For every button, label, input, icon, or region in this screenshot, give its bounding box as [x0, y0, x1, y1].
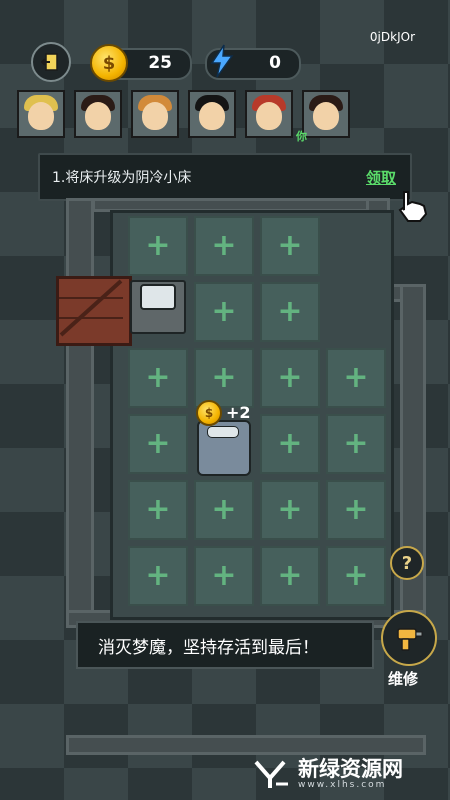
task-banner: 1.将床升级为阴冷小床 领取: [38, 153, 412, 201]
watermark-title: 新绿资源网: [298, 756, 403, 781]
build-slot[interactable]: +: [194, 480, 254, 540]
claim-button[interactable]: 领取: [366, 167, 396, 188]
build-slot[interactable]: +: [260, 414, 320, 474]
build-slot[interactable]: +: [260, 216, 320, 276]
player-avatar[interactable]: [188, 90, 236, 138]
plus-icon: +: [277, 492, 303, 527]
coin-value: 25: [148, 53, 172, 73]
plus-icon: +: [211, 558, 237, 593]
pointer-hand-icon: [398, 191, 428, 222]
build-slot[interactable]: +: [326, 480, 386, 540]
door-planks-icon: [59, 279, 123, 337]
build-slot[interactable]: +: [260, 348, 320, 408]
energy-counter: 0: [205, 44, 301, 80]
plus-icon: +: [145, 360, 171, 395]
build-slot[interactable]: +: [326, 348, 386, 408]
room-wall-left: [66, 198, 94, 622]
player-avatar-self[interactable]: [302, 90, 350, 138]
cabinet[interactable]: [130, 280, 186, 334]
player-avatar[interactable]: [17, 90, 65, 138]
build-slot[interactable]: +: [326, 546, 386, 606]
plus-icon: +: [145, 426, 171, 461]
message-text: 消灭梦魔，坚持存活到最后！: [98, 638, 319, 658]
build-slot[interactable]: +: [194, 348, 254, 408]
coin-counter: $ 25: [90, 44, 192, 82]
plus-icon: +: [145, 558, 171, 593]
plus-icon: +: [145, 492, 171, 527]
build-slot[interactable]: +: [326, 414, 386, 474]
site-logo-icon: [254, 760, 288, 788]
repair-label: 维修: [388, 670, 419, 688]
build-slot[interactable]: +: [128, 480, 188, 540]
coin-gain: +2: [226, 403, 251, 422]
exit-button[interactable]: [31, 42, 71, 82]
plus-icon: +: [343, 426, 369, 461]
wooden-door[interactable]: [56, 276, 132, 346]
player-id: 0jDkJOr: [369, 30, 415, 44]
build-slot[interactable]: +: [194, 546, 254, 606]
bed[interactable]: [197, 420, 251, 476]
plus-icon: +: [211, 294, 237, 329]
plus-icon: +: [343, 360, 369, 395]
task-text: 1.将床升级为阴冷小床: [52, 170, 192, 186]
build-slot[interactable]: +: [260, 546, 320, 606]
plus-icon: +: [211, 360, 237, 395]
plus-icon: +: [343, 492, 369, 527]
plus-icon: +: [277, 558, 303, 593]
drill-icon: [397, 628, 423, 651]
help-button[interactable]: ?: [390, 546, 424, 580]
plus-icon: +: [277, 426, 303, 461]
cabinet-top: [140, 284, 176, 310]
player-avatar[interactable]: [74, 90, 122, 138]
plus-icon: +: [277, 294, 303, 329]
plus-icon: +: [277, 360, 303, 395]
build-slot[interactable]: +: [260, 282, 320, 342]
watermark: 新绿资源网 www.xlhs.com: [252, 748, 450, 800]
exit-icon: [41, 53, 58, 71]
repair-button[interactable]: [381, 610, 437, 666]
bed-pillow: [207, 426, 239, 438]
coin-icon: $: [90, 44, 128, 82]
build-slot[interactable]: +: [194, 282, 254, 342]
build-slot[interactable]: +: [128, 414, 188, 474]
plus-icon: +: [211, 492, 237, 527]
top-bar: $ 25 0 0jDkJOr 你: [0, 0, 450, 150]
build-slot[interactable]: +: [128, 348, 188, 408]
energy-value: 0: [269, 53, 281, 73]
plus-icon: +: [343, 558, 369, 593]
player-avatar[interactable]: [245, 90, 293, 138]
watermark-url: www.xlhs.com: [298, 780, 387, 791]
lightning-icon: [210, 44, 234, 78]
build-slot[interactable]: +: [128, 216, 188, 276]
plus-icon: +: [277, 228, 303, 263]
plus-icon: +: [211, 228, 237, 263]
build-slot[interactable]: +: [260, 480, 320, 540]
self-tag: 你: [296, 130, 307, 143]
build-slot[interactable]: +: [194, 216, 254, 276]
message-banner: 消灭梦魔，坚持存活到最后！: [76, 621, 374, 669]
player-avatar[interactable]: [131, 90, 179, 138]
coin-reward-icon: $: [196, 400, 222, 426]
build-slot[interactable]: +: [128, 546, 188, 606]
plus-icon: +: [145, 228, 171, 263]
